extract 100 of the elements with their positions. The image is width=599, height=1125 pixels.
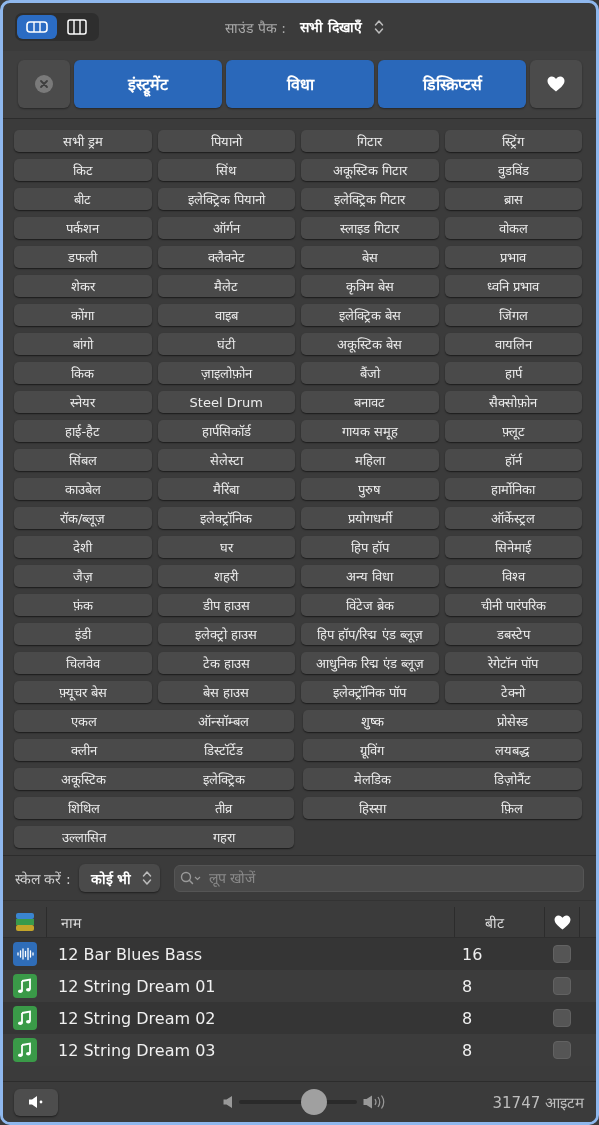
- favorite-checkbox[interactable]: [553, 1009, 571, 1027]
- descriptor-option[interactable]: क्लीन: [14, 739, 154, 761]
- keyword-button[interactable]: महिला: [301, 449, 439, 471]
- sound-pack-popup[interactable]: सभी दिखाएँ: [299, 14, 384, 40]
- keyword-button[interactable]: इलेक्ट्रॉनिक: [157, 507, 295, 529]
- keyword-button[interactable]: डीप हाउस: [157, 594, 295, 616]
- descriptor-option[interactable]: ग्रूविंग: [302, 739, 443, 761]
- descriptor-option[interactable]: डिज़ोनैंट: [442, 768, 582, 790]
- keyword-button[interactable]: बांगो: [14, 333, 152, 355]
- descriptor-option[interactable]: शिथिल: [14, 797, 154, 819]
- keyword-button[interactable]: वायलिन: [444, 333, 582, 355]
- keyword-button[interactable]: बीट: [14, 188, 152, 210]
- keyword-button[interactable]: अकूस्टिक गिटार: [301, 159, 439, 181]
- keyword-button[interactable]: प्रभाव: [444, 246, 582, 268]
- keyword-button[interactable]: डबस्टेप: [444, 623, 582, 645]
- favorite-checkbox[interactable]: [553, 945, 571, 963]
- search-field[interactable]: लूप खोजें: [173, 864, 584, 892]
- keyword-button[interactable]: बैंजो: [301, 362, 439, 384]
- keyword-button[interactable]: प्रयोगधर्मी: [301, 507, 439, 529]
- keyword-button[interactable]: ऑर्गन: [157, 217, 295, 239]
- keyword-button[interactable]: हार्मोनिका: [444, 478, 582, 500]
- keyword-button[interactable]: फ़्लूट: [444, 420, 582, 442]
- keyword-button[interactable]: फ़्यूचर बेस: [14, 681, 152, 703]
- keyword-button[interactable]: जिंगल: [444, 304, 582, 326]
- descriptor-option[interactable]: मेलडिक: [302, 768, 443, 790]
- keyword-button[interactable]: वोकल: [444, 217, 582, 239]
- keyword-button[interactable]: चिलवेव: [14, 652, 152, 674]
- keyword-button[interactable]: काउबेल: [14, 478, 152, 500]
- keyword-button[interactable]: कोंगा: [14, 304, 152, 326]
- keyword-button[interactable]: ब्रास: [444, 188, 582, 210]
- keyword-button[interactable]: टेक्नो: [444, 681, 582, 703]
- keyword-button[interactable]: क्लैवनेट: [157, 246, 295, 268]
- descriptor-option[interactable]: इलेक्ट्रिक: [153, 768, 294, 790]
- keyword-button[interactable]: टेक हाउस: [157, 652, 295, 674]
- keyword-button[interactable]: इंडी: [14, 623, 152, 645]
- keyword-button[interactable]: हिप हॉप/रिद्म एंड ब्लूज़: [301, 623, 439, 645]
- keyword-button[interactable]: हाई-हैट: [14, 420, 152, 442]
- keyword-button[interactable]: सिंथ: [157, 159, 295, 181]
- keyword-button[interactable]: हार्पसिकॉर्ड: [157, 420, 295, 442]
- filter-tab[interactable]: विधा: [226, 60, 374, 108]
- keyword-button[interactable]: रॉक/ब्लूज़: [14, 507, 152, 529]
- keyword-button[interactable]: इलेक्ट्रो हाउस: [157, 623, 295, 645]
- keyword-button[interactable]: देशी: [14, 536, 152, 558]
- keyword-button[interactable]: डफली: [14, 246, 152, 268]
- keyword-button[interactable]: जैज़: [14, 565, 152, 587]
- favorite-checkbox[interactable]: [553, 1041, 571, 1059]
- keyword-button[interactable]: हॉर्न: [444, 449, 582, 471]
- column-header[interactable]: नाम: [61, 912, 81, 932]
- keyword-button[interactable]: घंटी: [157, 333, 295, 355]
- scale-popup[interactable]: कोई भी: [78, 864, 160, 892]
- column-header[interactable]: बीट: [485, 912, 504, 932]
- descriptor-option[interactable]: डिस्टॉर्टेड: [153, 739, 294, 761]
- keyword-button[interactable]: कृत्रिम बेस: [301, 275, 439, 297]
- keyword-button[interactable]: इलेक्ट्रिक पियानो: [157, 188, 295, 210]
- keyword-button[interactable]: मैरिंबा: [157, 478, 295, 500]
- keyword-button[interactable]: इलेक्ट्रिक बेस: [301, 304, 439, 326]
- keyword-button[interactable]: सिंबल: [14, 449, 152, 471]
- keyword-button[interactable]: सैक्सोफ़ोन: [444, 391, 582, 413]
- descriptor-option[interactable]: प्रोसेस्ड: [442, 710, 582, 732]
- keyword-button[interactable]: शेकर: [14, 275, 152, 297]
- keyword-button[interactable]: बेस हाउस: [157, 681, 295, 703]
- preview-speaker-button[interactable]: [14, 1088, 58, 1116]
- keyword-button[interactable]: आधुनिक रिद्म एंड ब्लूज़: [301, 652, 439, 674]
- filter-tab[interactable]: इंस्ट्रूमेंट: [74, 60, 222, 108]
- descriptor-option[interactable]: लयबद्ध: [442, 739, 582, 761]
- descriptor-option[interactable]: तीव्र: [153, 797, 294, 819]
- keyword-button[interactable]: वाइब: [157, 304, 295, 326]
- keyword-button[interactable]: घर: [157, 536, 295, 558]
- keyword-button[interactable]: इलेक्ट्रिक गिटार: [301, 188, 439, 210]
- keyword-button[interactable]: इलेक्ट्रॉनिक पॉप: [301, 681, 439, 703]
- keyword-button[interactable]: हिप हॉप: [301, 536, 439, 558]
- keyword-button[interactable]: बेस: [301, 246, 439, 268]
- keyword-button[interactable]: सभी ड्रम: [14, 130, 152, 152]
- keyword-button[interactable]: हार्प: [444, 362, 582, 384]
- descriptor-option[interactable]: एकल: [14, 710, 154, 732]
- keyword-button[interactable]: फ़ंक: [14, 594, 152, 616]
- view-toggle-button[interactable]: [17, 15, 57, 39]
- keyword-button[interactable]: ध्वनि प्रभाव: [444, 275, 582, 297]
- descriptor-option[interactable]: गहरा: [153, 826, 294, 848]
- clear-button[interactable]: [18, 60, 70, 108]
- favorites-button[interactable]: [530, 60, 582, 108]
- keyword-button[interactable]: स्लाइड गिटार: [301, 217, 439, 239]
- keyword-button[interactable]: बनावट: [301, 391, 439, 413]
- keyword-button[interactable]: ऑर्केस्ट्रल: [444, 507, 582, 529]
- keyword-button[interactable]: पुरुष: [301, 478, 439, 500]
- keyword-button[interactable]: स्ट्रिंग: [444, 130, 582, 152]
- descriptor-option[interactable]: अकूस्टिक: [14, 768, 154, 790]
- keyword-button[interactable]: किक: [14, 362, 152, 384]
- descriptor-option[interactable]: उल्लासित: [14, 826, 154, 848]
- keyword-button[interactable]: वुडविंड: [444, 159, 582, 181]
- keyword-button[interactable]: मैलेट: [157, 275, 295, 297]
- keyword-button[interactable]: Steel Drum: [157, 391, 295, 413]
- keyword-button[interactable]: किट: [14, 159, 152, 181]
- keyword-button[interactable]: चीनी पारंपरिक: [444, 594, 582, 616]
- filter-tab[interactable]: डिस्क्रिप्टर्स: [378, 60, 526, 108]
- descriptor-option[interactable]: ऑन्सॉम्बल: [153, 710, 294, 732]
- keyword-button[interactable]: पर्कशन: [14, 217, 152, 239]
- descriptor-option[interactable]: शुष्क: [302, 710, 443, 732]
- keyword-button[interactable]: विश्व: [444, 565, 582, 587]
- keyword-button[interactable]: ज़ाइलोफ़ोन: [157, 362, 295, 384]
